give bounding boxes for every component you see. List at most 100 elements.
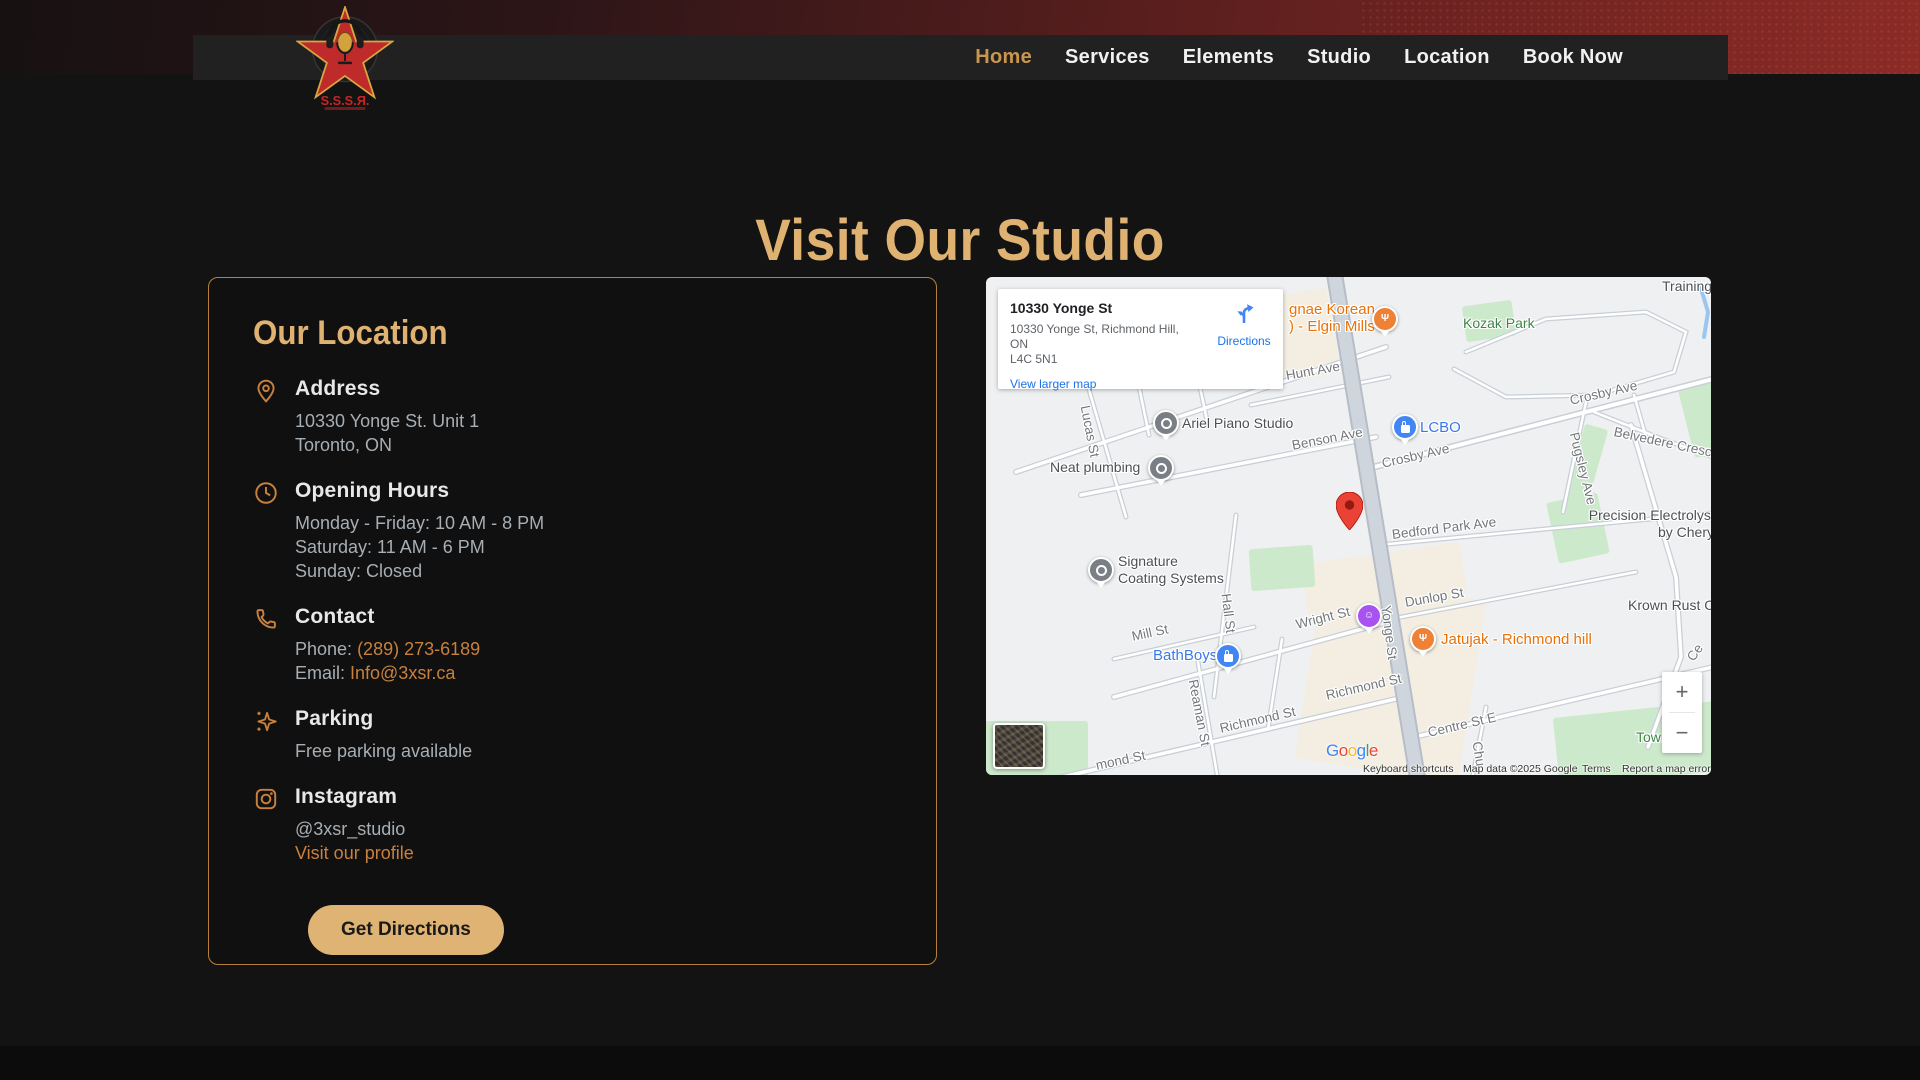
clock-icon	[253, 480, 279, 506]
map-info-card: 10330 Yonge St 10330 Yonge St, Richmond …	[998, 289, 1283, 389]
dot-glyph	[1161, 418, 1172, 429]
directions-fork-arrow-icon	[1232, 301, 1256, 325]
directions-button[interactable]: Directions	[1213, 301, 1275, 348]
poi-pin	[1088, 557, 1114, 583]
text-segment: @3xsr_studio	[295, 819, 405, 839]
section-line: 10330 Yonge St. Unit 1	[295, 409, 479, 433]
map-label-krown: Krown Rust C	[1628, 597, 1711, 614]
section-title-contact: Contact	[295, 605, 480, 629]
section-line: Free parking available	[295, 739, 472, 763]
section-line: Saturday: 11 AM - 6 PM	[295, 535, 544, 559]
get-directions-button[interactable]: Get Directions	[308, 905, 504, 955]
map-label-line: Hall St	[1219, 593, 1239, 634]
section-address: Address10330 Yonge St. Unit 1Toronto, ON	[253, 377, 892, 457]
google-logo-letter: o	[1339, 741, 1348, 760]
text-segment: Toronto, ON	[295, 435, 392, 455]
map-zoom-control: + −	[1662, 672, 1702, 753]
bag-glyph	[1401, 425, 1410, 433]
restaurant-pin: Ψ	[1372, 306, 1398, 332]
map-pin-icon	[253, 378, 279, 404]
map-label-line: Ariel Piano Studio	[1182, 415, 1293, 431]
section-line: Toronto, ON	[295, 433, 479, 457]
attribution-keyboard-shortcuts[interactable]: Keyboard shortcuts	[1363, 763, 1453, 775]
restaurant-pin: Ψ	[1410, 626, 1436, 652]
section-title-instagram: Instagram	[295, 785, 414, 809]
logo-caption: S.S.S.Я.	[321, 93, 370, 108]
section-body: Contact Phone: (289) 273-6189Email: Info@…	[295, 605, 480, 685]
section-line: Phone: (289) 273-6189	[295, 637, 480, 661]
nav-item-studio[interactable]: Studio	[1307, 46, 1371, 69]
section-title-parking: Parking	[295, 707, 472, 731]
nav-item-services[interactable]: Services	[1065, 46, 1150, 69]
fork-glyph: Ψ	[1381, 314, 1389, 324]
map-label-line: Jatujak - Richmond hill	[1441, 631, 1592, 648]
text-segment: Saturday: 11 AM - 6 PM	[295, 537, 485, 557]
section-body: Opening Hours Monday - Friday: 10 AM - 8 …	[295, 479, 544, 583]
section-line: Email: Info@3xsr.ca	[295, 661, 480, 685]
map-label-precision: Precision Electrolysiby Chery	[1556, 507, 1711, 541]
section-body: Instagram @3xsr_studio Visit our profile	[295, 785, 414, 865]
text-segment: Phone:	[295, 639, 357, 659]
satellite-view-toggle[interactable]	[993, 723, 1045, 769]
google-logo-letter: o	[1348, 741, 1357, 760]
star-logo-icon: S.S.S.Я.	[296, 6, 394, 112]
nav-item-book-now[interactable]: Book Now	[1523, 46, 1623, 69]
location-sections: Address10330 Yonge St. Unit 1Toronto, ON…	[253, 377, 892, 865]
instagram-icon	[253, 786, 279, 812]
footer-strip	[0, 1046, 1920, 1080]
text-segment: 10330 Yonge St. Unit 1	[295, 411, 479, 431]
attribution-report-a-map-error[interactable]: Report a map error	[1622, 763, 1711, 775]
google-logo[interactable]: Google	[1326, 741, 1378, 761]
attribution-terms[interactable]: Terms	[1582, 763, 1611, 775]
section-contact: Contact Phone: (289) 273-6189Email: Info@…	[253, 605, 892, 685]
link-visit-our-profile[interactable]: Visit our profile	[295, 843, 414, 863]
map-label-line: BathBoys	[1153, 647, 1217, 664]
nav-item-home[interactable]: Home	[975, 46, 1032, 69]
section-hours: Opening Hours Monday - Friday: 10 AM - 8 …	[253, 479, 892, 583]
shopping-bag-pin	[1392, 414, 1418, 440]
phone-icon	[253, 606, 279, 632]
fork-glyph: Ψ	[1419, 634, 1427, 644]
map-label-neat: Neat plumbing	[1050, 459, 1140, 476]
map-label-line: LCBO	[1420, 419, 1461, 436]
zoom-out-button[interactable]: −	[1662, 713, 1702, 753]
red-marker-icon	[1336, 492, 1363, 530]
attribution-map-data-2025-google: Map data ©2025 Google	[1463, 763, 1578, 775]
map-label-jatujak: Jatujak - Richmond hill	[1441, 631, 1592, 648]
shopping-bag-pin	[1215, 643, 1241, 669]
main-nav: Home Services Elements Studio Location Book N…	[193, 35, 1728, 80]
info-card-address-line2: L4C 5N1	[1010, 352, 1057, 366]
google-logo-letter: G	[1326, 741, 1339, 760]
view-larger-map-link[interactable]: View larger map	[1010, 377, 1096, 391]
page-title: Visit Our Studio	[77, 207, 1843, 274]
directions-label: Directions	[1213, 334, 1275, 348]
text-segment: Monday - Friday: 10 AM - 8 PM	[295, 513, 544, 533]
map-label-line: ) - Elgin Mills	[1289, 318, 1375, 335]
map-label-line: Signature	[1118, 553, 1178, 569]
nav-item-location[interactable]: Location	[1404, 46, 1490, 69]
map-label-line: Training C	[1662, 278, 1711, 294]
link-info-3xsr-ca[interactable]: Info@3xsr.ca	[350, 663, 455, 683]
section-body: Address10330 Yonge St. Unit 1Toronto, ON	[295, 377, 479, 457]
section-instagram: Instagram @3xsr_studio Visit our profile	[253, 785, 892, 865]
nav-item-elements[interactable]: Elements	[1183, 46, 1274, 69]
map-label-line: Krown Rust C	[1628, 597, 1711, 613]
section-parking: Parking Free parking available	[253, 707, 892, 763]
map-label-line: Precision Electrolysi	[1589, 507, 1711, 523]
studio-logo[interactable]: S.S.S.Я.	[296, 6, 394, 112]
theatre-pin: ☺	[1356, 603, 1382, 629]
link-289-273-6189[interactable]: (289) 273-6189	[357, 639, 480, 659]
map-marker-red[interactable]	[1336, 492, 1363, 535]
map-label-line: gnae Korean	[1289, 301, 1375, 318]
section-title-hours: Opening Hours	[295, 479, 544, 503]
section-line: @3xsr_studio	[295, 817, 414, 841]
google-map-embed[interactable]: gnae Korean) - Elgin MillsKozak ParkTrai…	[986, 277, 1711, 775]
google-logo-letter: e	[1369, 741, 1378, 760]
section-line: Visit our profile	[295, 841, 414, 865]
zoom-in-button[interactable]: +	[1662, 672, 1702, 712]
sparkles-icon	[253, 708, 279, 734]
section-body: Parking Free parking available	[295, 707, 472, 763]
map-label-line: Neat plumbing	[1050, 459, 1140, 475]
section-line: Sunday: Closed	[295, 559, 544, 583]
map-label-training: Training C	[1662, 278, 1711, 295]
